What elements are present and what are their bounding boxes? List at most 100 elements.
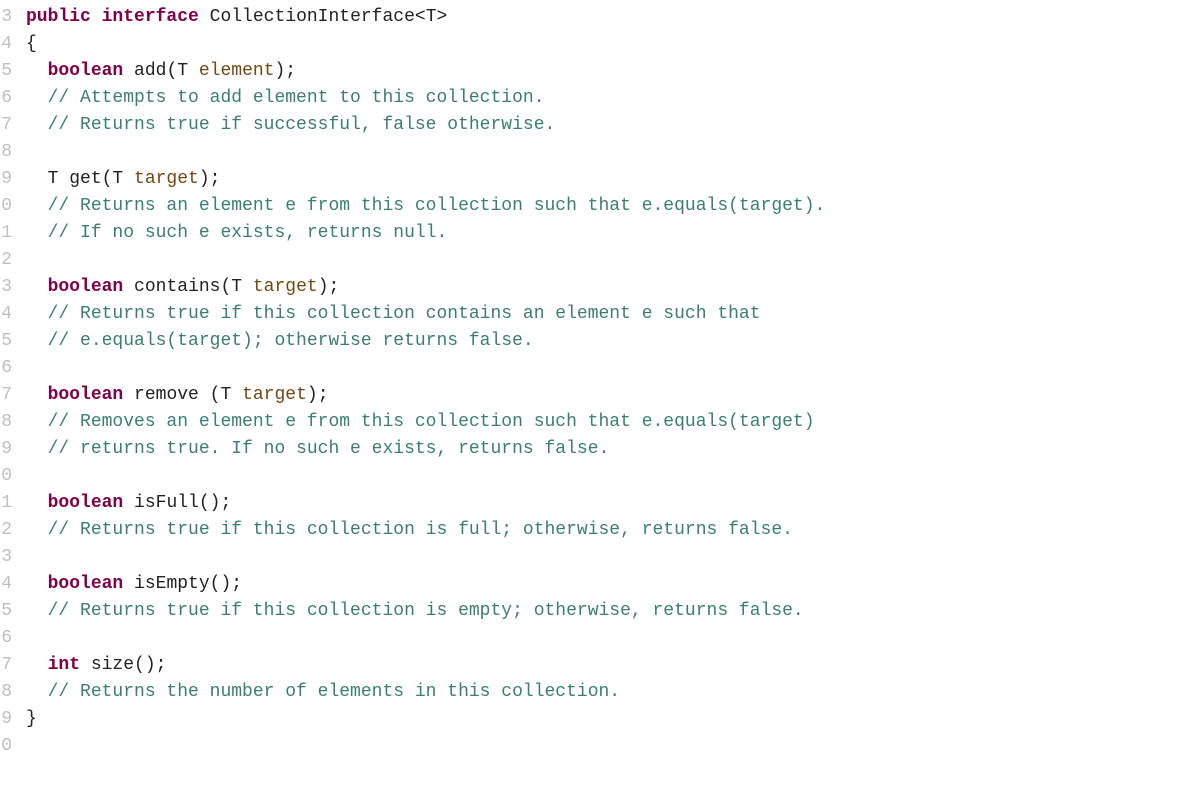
comment-text: // e.equals(target); otherwise returns f…	[48, 331, 534, 351]
keyword: interface	[102, 7, 199, 27]
line-number: 5	[0, 58, 12, 85]
code-token: add(T	[134, 61, 199, 81]
line-number: 4	[0, 301, 12, 328]
comment-text: // returns true. If no such e exists, re…	[48, 439, 610, 459]
code-line[interactable]	[26, 733, 825, 760]
line-number: 0	[0, 733, 12, 760]
line-number: 6	[0, 355, 12, 382]
code-line[interactable]: // Returns the number of elements in thi…	[26, 679, 825, 706]
code-line[interactable]: // Attempts to add element to this colle…	[26, 85, 825, 112]
line-number: 9	[0, 706, 12, 733]
code-line[interactable]: }	[26, 706, 825, 733]
code-token	[80, 655, 91, 675]
parameter: target	[242, 385, 307, 405]
comment-text: // Returns true if successful, false oth…	[48, 115, 556, 135]
code-line[interactable]: boolean remove (T target);	[26, 382, 825, 409]
code-line[interactable]: boolean contains(T target);	[26, 274, 825, 301]
code-token	[91, 7, 102, 27]
code-token: );	[318, 277, 340, 297]
code-line[interactable]: public interface CollectionInterface<T>	[26, 4, 825, 31]
code-token: remove (T	[134, 385, 242, 405]
parameter: element	[199, 61, 275, 81]
parameter: target	[253, 277, 318, 297]
code-token: isEmpty();	[134, 574, 242, 594]
code-token: );	[307, 385, 329, 405]
code-line[interactable]: // Returns an element e from this collec…	[26, 193, 825, 220]
comment-text: // Attempts to add element to this colle…	[48, 88, 545, 108]
line-number: 7	[0, 112, 12, 139]
code-token: isFull();	[134, 493, 231, 513]
code-token	[123, 493, 134, 513]
code-line[interactable]	[26, 463, 825, 490]
code-token: }	[26, 709, 37, 729]
code-token: );	[199, 169, 221, 189]
code-line[interactable]	[26, 625, 825, 652]
line-number: 3	[0, 4, 12, 31]
comment-text: // Removes an element e from this collec…	[48, 412, 815, 432]
code-editor-viewport[interactable]: public interface CollectionInterface<T> {…	[12, 0, 825, 760]
line-number: 5	[0, 598, 12, 625]
keyword: boolean	[48, 61, 124, 81]
line-number: 0	[0, 193, 12, 220]
line-number: 4	[0, 31, 12, 58]
code-line[interactable]: // Returns true if this collection conta…	[26, 301, 825, 328]
comment-text: // Returns an element e from this collec…	[48, 196, 826, 216]
code-token: size();	[91, 655, 167, 675]
line-number: 1	[0, 220, 12, 247]
code-line[interactable]	[26, 139, 825, 166]
code-line[interactable]	[26, 247, 825, 274]
line-number: 8	[0, 409, 12, 436]
code-line[interactable]: // Returns true if this collection is em…	[26, 598, 825, 625]
comment-text: // Returns true if this collection conta…	[48, 304, 761, 324]
code-line[interactable]: boolean add(T element);	[26, 58, 825, 85]
line-number: 3	[0, 274, 12, 301]
line-number: 1	[0, 490, 12, 517]
comment-text: // Returns the number of elements in thi…	[48, 682, 621, 702]
line-number: 4	[0, 571, 12, 598]
line-number: 2	[0, 517, 12, 544]
line-number: 2	[0, 247, 12, 274]
code-token: CollectionInterface<T>	[210, 7, 448, 27]
code-line[interactable]: // e.equals(target); otherwise returns f…	[26, 328, 825, 355]
line-number: 9	[0, 166, 12, 193]
line-number: 8	[0, 139, 12, 166]
code-line[interactable]: // returns true. If no such e exists, re…	[26, 436, 825, 463]
line-number: 7	[0, 652, 12, 679]
code-line[interactable]: // Removes an element e from this collec…	[26, 409, 825, 436]
line-number: 7	[0, 382, 12, 409]
keyword: int	[48, 655, 80, 675]
code-line[interactable]: {	[26, 31, 825, 58]
code-line[interactable]: // If no such e exists, returns null.	[26, 220, 825, 247]
code-line[interactable]	[26, 355, 825, 382]
keyword: boolean	[48, 277, 124, 297]
code-line[interactable]: boolean isFull();	[26, 490, 825, 517]
code-line[interactable]: // Returns true if this collection is fu…	[26, 517, 825, 544]
code-token	[123, 385, 134, 405]
code-token: );	[274, 61, 296, 81]
code-token: contains(T	[134, 277, 253, 297]
keyword: boolean	[48, 385, 124, 405]
line-number: 6	[0, 85, 12, 112]
code-token	[123, 574, 134, 594]
keyword: boolean	[48, 574, 124, 594]
code-line[interactable]: int size();	[26, 652, 825, 679]
comment-text: // Returns true if this collection is fu…	[48, 520, 793, 540]
keyword: boolean	[48, 493, 124, 513]
code-token: {	[26, 34, 37, 54]
line-number: 9	[0, 436, 12, 463]
line-number: 3	[0, 544, 12, 571]
code-line[interactable]: // Returns true if successful, false oth…	[26, 112, 825, 139]
comment-text: // Returns true if this collection is em…	[48, 601, 804, 621]
code-token: T get(T	[48, 169, 134, 189]
code-token	[123, 277, 134, 297]
code-line[interactable]	[26, 544, 825, 571]
parameter: target	[134, 169, 199, 189]
code-line[interactable]: boolean isEmpty();	[26, 571, 825, 598]
line-number: 6	[0, 625, 12, 652]
line-number: 0	[0, 463, 12, 490]
code-token	[123, 61, 134, 81]
line-number: 5	[0, 328, 12, 355]
code-line[interactable]: T get(T target);	[26, 166, 825, 193]
code-token	[199, 7, 210, 27]
line-number-gutter: 3456789012345678901234567890	[0, 0, 12, 760]
